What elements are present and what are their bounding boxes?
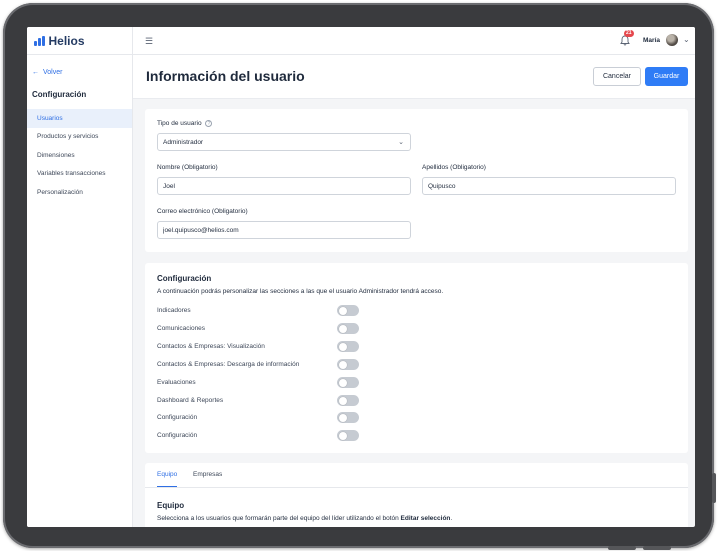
last-name-field[interactable] (422, 177, 676, 195)
permission-row: Comunicaciones (157, 322, 377, 334)
permission-label: Indicadores (157, 306, 191, 314)
cancel-button[interactable]: Cancelar (593, 67, 641, 86)
permission-toggle[interactable] (337, 377, 359, 388)
tab-equipo[interactable]: Equipo (157, 471, 178, 487)
sidebar-item-dimensiones[interactable]: Dimensiones (27, 146, 132, 165)
permissions-card: Configuración A continuación podrás pers… (145, 263, 688, 453)
first-name-field[interactable] (157, 177, 411, 195)
page-header: Información del usuario Cancelar Guardar (133, 55, 695, 99)
team-title: Equipo (157, 501, 185, 510)
email-field[interactable] (157, 221, 411, 239)
first-name-label: Nombre (Obligatorio) (157, 164, 218, 171)
brand-name: Helios (48, 34, 85, 48)
permission-toggle[interactable] (337, 305, 359, 316)
sidebar-item-label: Personalización (37, 188, 83, 196)
user-type-value: Administrador (163, 138, 204, 146)
save-button[interactable]: Guardar (645, 67, 688, 86)
side-button (712, 473, 716, 503)
permissions-description: A continuación podrás personalizar las s… (157, 288, 444, 295)
permissions-title: Configuración (157, 274, 212, 283)
team-card: Equipo Empresas Equipo Selecciona a los … (145, 463, 688, 527)
avatar[interactable] (666, 34, 678, 46)
team-description-text: Selecciona a los usuarios que formarán p… (157, 515, 401, 522)
sidebar-item-label: Dimensiones (37, 151, 75, 159)
permission-row: Contactos & Empresas: Visualización (157, 340, 377, 352)
sidebar-item-label: Usuarios (37, 114, 63, 122)
arrow-left-icon: ← (32, 69, 39, 76)
sidebar-menu: Usuarios Productos y servicios Dimension… (27, 109, 132, 202)
permission-toggle[interactable] (337, 412, 359, 423)
permission-label: Evaluaciones (157, 378, 196, 386)
tablet-frame: Helios ← Volver Configuración Usuarios P… (3, 3, 716, 550)
permission-row: Evaluaciones (157, 376, 377, 388)
permission-label: Dashboard & Reportes (157, 396, 224, 404)
help-icon[interactable]: ? (205, 120, 213, 127)
topbar: ☰ 21 María ⌄ (133, 27, 695, 55)
permission-toggle[interactable] (337, 359, 359, 370)
sidebar-item-personalizacion[interactable]: Personalización (27, 183, 132, 202)
chevron-down-icon[interactable]: ⌄ (683, 35, 690, 44)
bar-chart-icon (34, 36, 45, 46)
team-tabs: Equipo Empresas (145, 463, 688, 488)
permission-row: Indicadores (157, 304, 377, 316)
page-title: Información del usuario (146, 68, 305, 84)
permission-row: Contactos & Empresas: Descarga de inform… (157, 358, 377, 370)
app-screen: Helios ← Volver Configuración Usuarios P… (27, 27, 695, 527)
permission-label: Configuración (157, 413, 198, 421)
user-info-card: Tipo de usuario ? Administrador ⌄ Nombre… (145, 109, 688, 252)
tab-empresas[interactable]: Empresas (193, 471, 222, 486)
sidebar-item-usuarios[interactable]: Usuarios (27, 109, 132, 128)
permission-toggle[interactable] (337, 323, 359, 334)
chevron-down-icon: ⌄ (398, 139, 404, 146)
permission-row: Configuración (157, 411, 377, 423)
permission-row: Configuración (157, 429, 377, 441)
user-type-select[interactable]: Administrador ⌄ (157, 133, 411, 151)
team-description-bold: Editar selección (400, 515, 451, 522)
permission-toggle[interactable] (337, 395, 359, 406)
divider (27, 54, 133, 55)
permission-label: Contactos & Empresas: Descarga de inform… (157, 360, 300, 368)
last-name-label: Apellidos (Obligatorio) (422, 164, 486, 171)
user-type-label: Tipo de usuario ? (157, 120, 213, 128)
email-label: Correo electrónico (Obligatorio) (157, 208, 248, 215)
menu-icon[interactable]: ☰ (145, 36, 153, 47)
permission-row: Dashboard & Reportes (157, 394, 377, 406)
user-type-label-text: Tipo de usuario (157, 120, 202, 128)
back-link[interactable]: ← Volver (32, 69, 62, 76)
brand-logo[interactable]: Helios (34, 34, 85, 48)
sidebar: Helios ← Volver Configuración Usuarios P… (27, 27, 133, 527)
volume-button (643, 546, 671, 550)
team-description: Selecciona a los usuarios que formarán p… (157, 515, 452, 522)
permission-label: Comunicaciones (157, 324, 206, 332)
permission-toggle[interactable] (337, 430, 359, 441)
permission-label: Configuración (157, 431, 198, 439)
sidebar-item-variables-transacciones[interactable]: Variables transacciones (27, 165, 132, 184)
team-description-end: . (450, 515, 453, 522)
permission-label: Contactos & Empresas: Visualización (157, 342, 265, 350)
sidebar-item-label: Productos y servicios (37, 133, 99, 141)
notification-badge: 21 (624, 30, 634, 37)
user-name[interactable]: María (643, 37, 660, 44)
volume-button (608, 546, 636, 550)
sidebar-item-label: Variables transacciones (37, 170, 106, 178)
sidebar-item-productos-servicios[interactable]: Productos y servicios (27, 128, 132, 147)
sidebar-section-title: Configuración (32, 90, 87, 99)
back-link-label: Volver (43, 69, 63, 76)
permission-toggle[interactable] (337, 341, 359, 352)
